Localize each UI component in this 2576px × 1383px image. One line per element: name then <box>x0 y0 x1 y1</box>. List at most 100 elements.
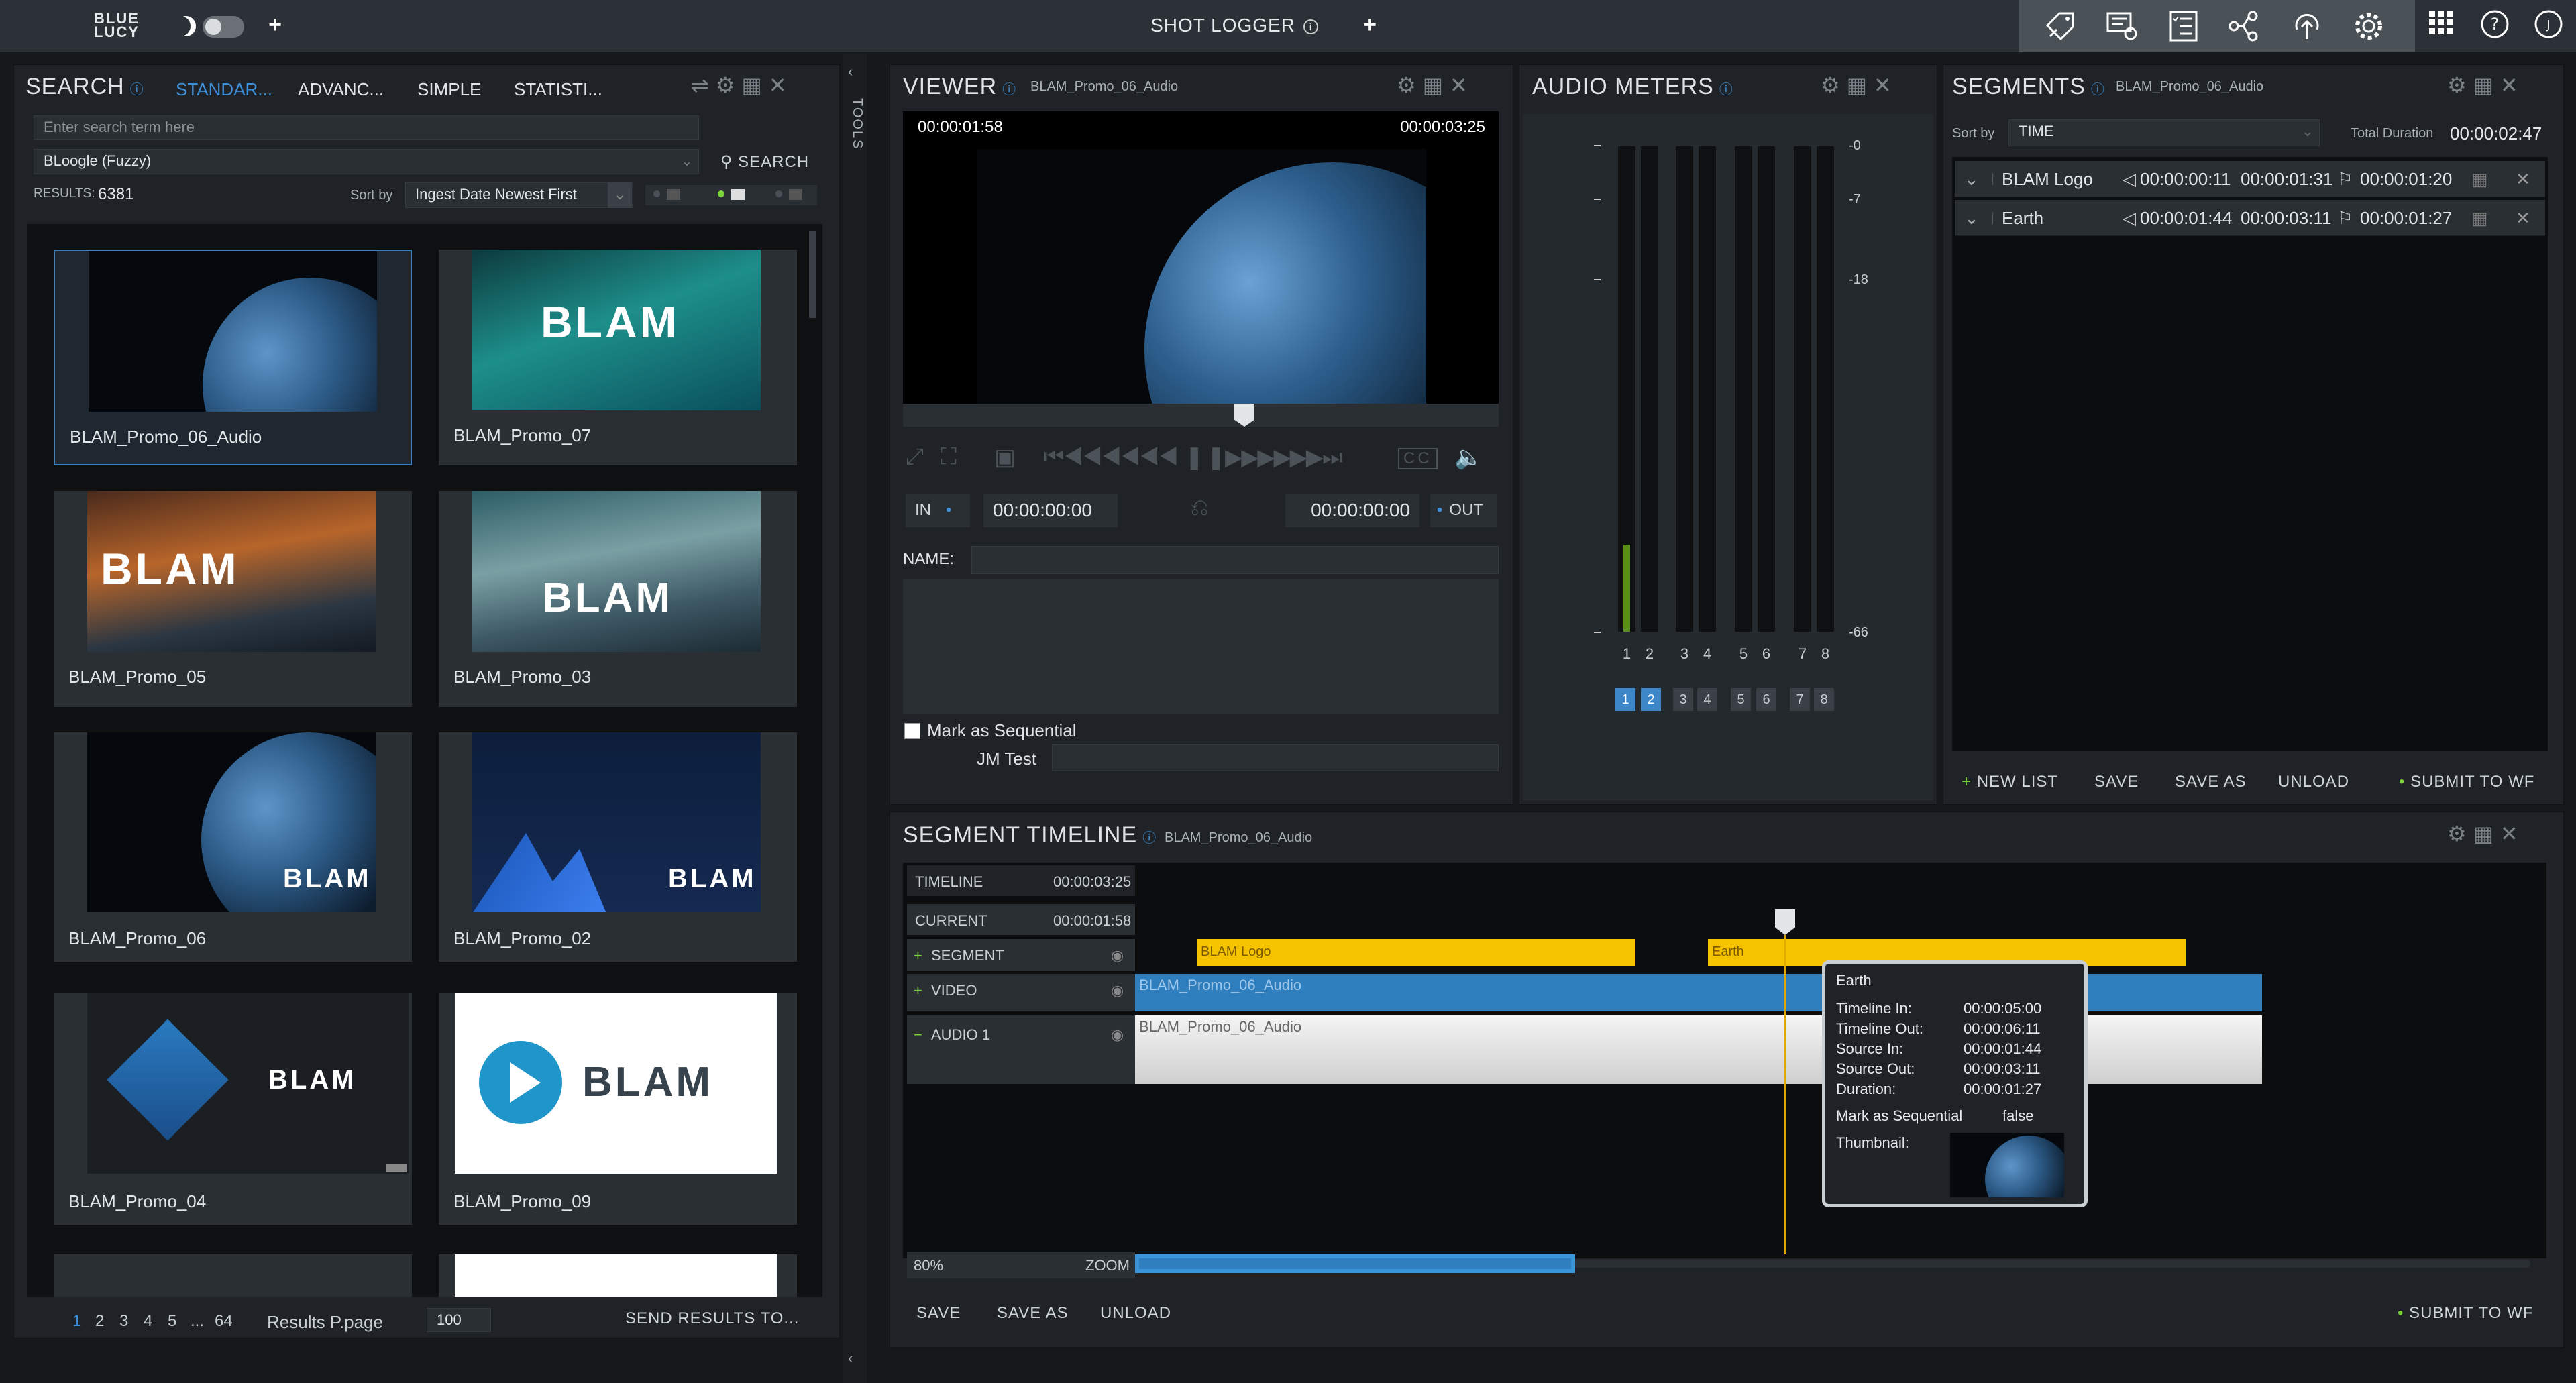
expand-chevron-icon[interactable]: ‹ <box>848 1349 853 1367</box>
gear-icon[interactable]: ⚙ <box>1821 73 1847 97</box>
info-icon[interactable]: ⓘ <box>2091 82 2105 97</box>
scrubber-handle[interactable] <box>1234 404 1254 427</box>
sort-direction-icon[interactable]: ⌄ <box>608 182 632 208</box>
page-5[interactable]: 5 <box>168 1312 176 1331</box>
grid-icon[interactable]: ▦ <box>2471 169 2488 190</box>
segments-save-button[interactable]: SAVE <box>2094 773 2139 791</box>
search-engine-select[interactable]: BLoogle (Fuzzy) ⌄ <box>34 149 699 174</box>
user-avatar-icon[interactable]: J <box>2530 9 2567 43</box>
result-card[interactable]: BLAM BLAM_Promo_09 <box>439 993 797 1225</box>
close-icon[interactable]: ✕ <box>1874 73 1898 97</box>
grid-icon[interactable]: ▦ <box>2473 822 2500 846</box>
gear-icon[interactable]: ⚙ <box>716 73 742 97</box>
gear-icon[interactable] <box>2351 9 2387 43</box>
mark-in-button[interactable]: IN • <box>906 494 970 527</box>
grid-icon[interactable]: ▦ <box>1423 73 1450 97</box>
info-icon[interactable]: ⓘ <box>1719 82 1733 97</box>
results-scrollbar[interactable] <box>809 231 816 318</box>
search-input[interactable]: Enter search term here <box>34 115 699 140</box>
segments-unload-button[interactable]: UNLOAD <box>2278 773 2349 791</box>
result-card[interactable]: BLAM BLAM_Promo_04 <box>54 993 412 1225</box>
page-2[interactable]: 2 <box>95 1312 104 1331</box>
close-icon[interactable]: ✕ <box>1450 73 1474 97</box>
segment-row[interactable]: ⌄ | BLAM Logo ◁ 00:00:00:11 00:00:01:31 … <box>1955 161 2545 197</box>
sort-select[interactable]: Ingest Date Newest First <box>405 182 633 208</box>
gear-icon[interactable]: ⚙ <box>2447 822 2473 846</box>
gear-icon[interactable]: ⚙ <box>1397 73 1423 97</box>
add-tool-plus-icon[interactable]: + <box>1359 13 1381 36</box>
result-thumbnail[interactable]: BLAM <box>455 993 777 1174</box>
collapse-chevron-icon[interactable]: ‹ <box>848 63 853 80</box>
help-icon[interactable]: ? <box>2477 9 2513 43</box>
close-icon[interactable]: ✕ <box>769 73 794 97</box>
viewer-scrubber[interactable] <box>903 404 1499 427</box>
tag-edit-icon[interactable] <box>2042 9 2078 43</box>
gear-icon[interactable]: ⚙ <box>2447 73 2473 97</box>
mark-sequential-checkbox[interactable] <box>904 723 920 739</box>
timeline-save-button[interactable]: SAVE <box>916 1304 961 1323</box>
tab-statistics[interactable]: STATISTI... <box>514 79 602 100</box>
workflow-icon[interactable] <box>2226 9 2262 43</box>
bluelucy-logo[interactable]: BLUE LUCY <box>94 11 148 42</box>
monitor-settings-icon[interactable] <box>2104 9 2140 43</box>
segment-block-blam-logo[interactable]: BLAM Logo <box>1197 939 1635 966</box>
result-card[interactable]: BLAM BLAM_Promo_06 <box>54 732 412 962</box>
fullscreen-icon[interactable]: ⛶ <box>941 444 959 470</box>
forward-icons[interactable]: ▶▶▶▶▶▶⏭ <box>1225 444 1342 471</box>
grid-icon[interactable]: ▦ <box>2473 73 2500 97</box>
track-header-video[interactable]: + VIDEO ◉ <box>907 974 1135 1011</box>
page-last[interactable]: 64 <box>215 1312 233 1331</box>
sliders-icon[interactable]: ⇌ <box>691 73 716 97</box>
video-clip[interactable]: BLAM_Promo_06_Audio <box>1135 974 2262 1011</box>
grid-view-radio[interactable] <box>718 190 724 197</box>
result-card[interactable] <box>54 1254 412 1297</box>
result-thumbnail[interactable]: BLAM <box>87 993 409 1174</box>
page-4[interactable]: 4 <box>144 1312 152 1331</box>
segment-name-input[interactable] <box>971 546 1499 574</box>
search-button[interactable]: ⚲ SEARCH <box>718 150 812 174</box>
tab-advanced[interactable]: ADVANC... <box>298 79 384 100</box>
result-card[interactable]: BLAM BLAM_Promo_05 <box>54 491 412 707</box>
timeline-save-as-button[interactable]: SAVE AS <box>997 1304 1069 1323</box>
page-3[interactable]: 3 <box>119 1312 128 1331</box>
result-thumbnail[interactable]: BLAM <box>87 732 376 912</box>
grid-icon[interactable] <box>2423 9 2459 43</box>
chevron-down-icon[interactable]: ⌄ <box>1964 208 1979 229</box>
track-header-segment[interactable]: + SEGMENT ◉ <box>907 939 1135 971</box>
result-card[interactable] <box>439 1254 797 1297</box>
grid-icon[interactable]: ▦ <box>2471 208 2488 229</box>
theme-toggle[interactable] <box>176 13 246 40</box>
result-card[interactable]: BLAM BLAM_Promo_02 <box>439 732 797 962</box>
track-header-audio[interactable]: − AUDIO 1 ◉ <box>907 1015 1135 1084</box>
checklist-icon[interactable] <box>2165 9 2202 43</box>
chevron-down-icon[interactable]: ⌄ <box>1964 169 1979 190</box>
results-per-page-select[interactable]: 100 <box>427 1308 491 1332</box>
segments-sort-select[interactable]: TIME ⌄ <box>2008 119 2320 146</box>
info-icon[interactable]: ⓘ <box>1142 831 1157 846</box>
timeline-unload-button[interactable]: UNLOAD <box>1100 1304 1171 1323</box>
segment-description-textarea[interactable] <box>903 579 1499 714</box>
info-icon[interactable]: ⓘ <box>130 82 144 97</box>
result-card[interactable]: BLAM BLAM_Promo_07 <box>439 250 797 465</box>
result-thumbnail[interactable]: BLAM <box>472 732 761 912</box>
fit-screen-icon[interactable]: ⤢ <box>906 444 926 470</box>
upload-icon[interactable] <box>2289 9 2325 43</box>
tab-simple[interactable]: SIMPLE <box>417 79 481 100</box>
close-icon[interactable]: ✕ <box>2516 208 2530 229</box>
audio-clip[interactable]: BLAM_Promo_06_Audio <box>1135 1015 2262 1084</box>
pause-icon[interactable]: ❚❚ <box>1185 444 1228 471</box>
list-view-radio[interactable] <box>653 190 660 197</box>
send-results-button[interactable]: SEND RESULTS TO... <box>625 1309 799 1328</box>
jm-test-field[interactable] <box>1052 744 1499 771</box>
eye-icon[interactable]: ◉ <box>1111 947 1124 964</box>
result-thumbnail[interactable]: BLAM <box>472 491 761 652</box>
in-time-field[interactable]: 00:00:00:00 <box>983 494 1118 527</box>
result-thumbnail[interactable] <box>89 251 377 412</box>
eye-icon[interactable]: ◉ <box>1111 1026 1124 1044</box>
snapshot-icon[interactable]: ▣ <box>994 444 1018 471</box>
volume-icon[interactable]: 🔈 <box>1454 444 1485 471</box>
close-icon[interactable]: ✕ <box>2516 169 2530 190</box>
eye-icon[interactable]: ◉ <box>1111 982 1124 999</box>
info-icon[interactable]: i <box>1303 19 1318 34</box>
view-mode-switch[interactable] <box>645 185 817 205</box>
